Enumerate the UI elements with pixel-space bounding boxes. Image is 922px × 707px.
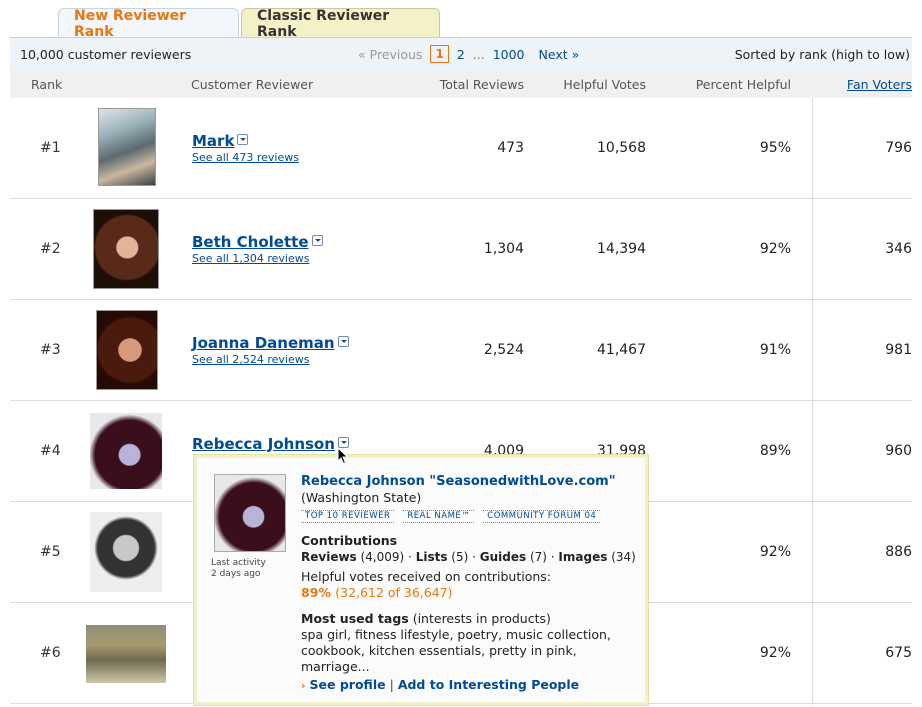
percent-helpful: 92% <box>759 241 791 257</box>
tags-list: spa girl, fitness lifestyle, poetry, mus… <box>301 627 611 674</box>
tags-subtitle: (interests in products) <box>412 611 551 626</box>
sort-order-text: Sorted by rank (high to low) <box>734 46 910 62</box>
next-page-link[interactable]: Next » <box>539 47 580 62</box>
popup-reviewer-name[interactable]: Rebecca Johnson "SeasonedwithLove.com" <box>301 474 641 490</box>
helpful-votes-summary: 89% (32,612 of 36,647) <box>301 585 641 601</box>
badge-list: TOP 10 REVIEWER REAL NAME™ COMMUNITY FOR… <box>301 510 641 523</box>
avatar[interactable] <box>96 310 158 390</box>
avatar[interactable] <box>90 512 162 592</box>
column-header-reviewer: Customer Reviewer <box>191 77 314 92</box>
total-reviews: 473 <box>497 140 524 156</box>
column-header-helpful-votes: Helpful Votes <box>563 77 646 92</box>
column-header-fan-voters[interactable]: Fan Voters <box>847 77 912 92</box>
see-profile-link[interactable]: See profile <box>310 677 386 692</box>
badge-real-name[interactable]: REAL NAME™ <box>403 510 475 523</box>
column-header-rank: Rank <box>31 77 63 92</box>
reviews-label: Reviews <box>301 550 357 564</box>
lists-count: (5) <box>451 550 469 564</box>
contributions-title: Contributions <box>301 533 398 548</box>
rank-label: #5 <box>40 544 61 560</box>
reviewer-name-link[interactable]: Rebecca Johnson <box>192 435 335 453</box>
fan-voters: 886 <box>885 544 912 560</box>
fan-voters: 796 <box>885 140 912 156</box>
images-count: (34) <box>611 550 636 564</box>
rank-label: #2 <box>40 241 61 257</box>
last-activity-value: 2 days ago <box>211 569 261 579</box>
helpful-votes-text: Helpful votes received on contributions: <box>301 569 551 584</box>
images-label: Images <box>558 550 608 564</box>
reviewer-name-link[interactable]: Beth Cholette <box>192 233 309 251</box>
total-reviews: 2,524 <box>483 342 524 358</box>
chevron-down-icon[interactable] <box>337 336 349 347</box>
last-activity: Last activity 2 days ago <box>211 558 266 580</box>
rank-label: #3 <box>40 342 61 358</box>
column-header-total-reviews: Total Reviews <box>439 77 524 92</box>
column-header-bar: Rank Customer Reviewer Total Reviews Hel… <box>10 70 912 98</box>
pagination-ellipsis: ... <box>472 46 485 62</box>
percent-helpful: 92% <box>759 645 791 661</box>
page-2-link[interactable]: 2 <box>457 47 465 62</box>
table-row: #3 Joanna Daneman See all 2,524 reviews … <box>10 300 912 401</box>
reviewer-count: 10,000 customer reviewers <box>20 46 192 62</box>
previous-page-link: « Previous <box>358 46 423 62</box>
pagination: « Previous 1 2 ... 1000 Next » <box>358 45 579 63</box>
guides-label: Guides <box>479 550 527 564</box>
tab-classic-reviewer-rank[interactable]: Classic Reviewer Rank <box>241 8 440 40</box>
rank-label: #4 <box>40 443 61 459</box>
fan-voters: 346 <box>885 241 912 257</box>
reviewer-rank-tabs: New Reviewer Rank Classic Reviewer Rank <box>58 8 440 40</box>
avatar[interactable] <box>98 108 156 186</box>
info-bar: 10,000 customer reviewers « Previous 1 2… <box>10 37 912 70</box>
see-all-reviews-link[interactable]: See all 2,524 reviews <box>192 353 349 366</box>
popup-location: (Washington State) <box>301 490 422 505</box>
reviewer-profile-popup: Last activity 2 days ago Rebecca Johnson… <box>194 455 648 705</box>
avatar[interactable] <box>93 209 159 289</box>
rank-label: #1 <box>40 140 61 156</box>
helpful-votes: 41,467 <box>597 342 646 358</box>
pointer-cursor-icon <box>337 447 349 465</box>
tab-new-reviewer-rank[interactable]: New Reviewer Rank <box>58 8 239 40</box>
see-all-reviews-link[interactable]: See all 1,304 reviews <box>192 252 323 265</box>
table-row: #2 Beth Cholette See all 1,304 reviews 1… <box>10 199 912 300</box>
table-row: #1 Mark See all 473 reviews 473 10,568 9… <box>10 98 912 199</box>
reviewer-name-link[interactable]: Joanna Daneman <box>192 334 335 352</box>
helpful-votes: 10,568 <box>597 140 646 156</box>
helpful-votes: 14,394 <box>597 241 646 257</box>
badge-top-10-reviewer[interactable]: TOP 10 REVIEWER <box>301 510 395 523</box>
badge-community-forum[interactable]: COMMUNITY FORUM 04 <box>483 510 601 523</box>
chevron-down-icon[interactable] <box>311 235 323 246</box>
fan-voters: 960 <box>885 443 912 459</box>
tags-title: Most used tags <box>301 611 409 626</box>
last-activity-label: Last activity <box>211 558 266 568</box>
reviewer-name-link[interactable]: Mark <box>192 132 234 150</box>
chevron-down-icon[interactable] <box>237 134 249 145</box>
rank-label: #6 <box>40 645 61 661</box>
percent-helpful: 95% <box>759 140 791 156</box>
total-reviews: 1,304 <box>483 241 524 257</box>
percent-helpful: 92% <box>759 544 791 560</box>
popup-actions: › See profile | Add to Interesting People <box>301 677 579 692</box>
column-header-percent-helpful: Percent Helpful <box>695 77 791 92</box>
caret-right-icon: › <box>301 679 306 692</box>
helpful-detail: (32,612 of 36,647) <box>335 585 453 600</box>
fan-voters: 675 <box>885 645 912 661</box>
most-used-tags: Most used tags (interests in products) <box>301 611 641 627</box>
reviews-count: (4,009) <box>360 550 405 564</box>
guides-count: (7) <box>529 550 547 564</box>
avatar[interactable] <box>90 413 162 489</box>
contribution-counts: Reviews (4,009) · Lists (5) · Guides (7)… <box>301 550 636 564</box>
add-to-interesting-people-link[interactable]: Add to Interesting People <box>398 677 579 692</box>
percent-helpful: 89% <box>759 443 791 459</box>
fan-voters: 981 <box>885 342 912 358</box>
popup-avatar[interactable] <box>214 474 286 552</box>
helpful-percent: 89% <box>301 585 331 600</box>
current-page: 1 <box>430 45 449 63</box>
link-separator: | <box>389 677 394 692</box>
percent-helpful: 91% <box>759 342 791 358</box>
see-all-reviews-link[interactable]: See all 473 reviews <box>192 151 299 164</box>
lists-label: Lists <box>415 550 448 564</box>
last-page-link[interactable]: 1000 <box>493 47 525 62</box>
avatar[interactable] <box>86 625 166 683</box>
